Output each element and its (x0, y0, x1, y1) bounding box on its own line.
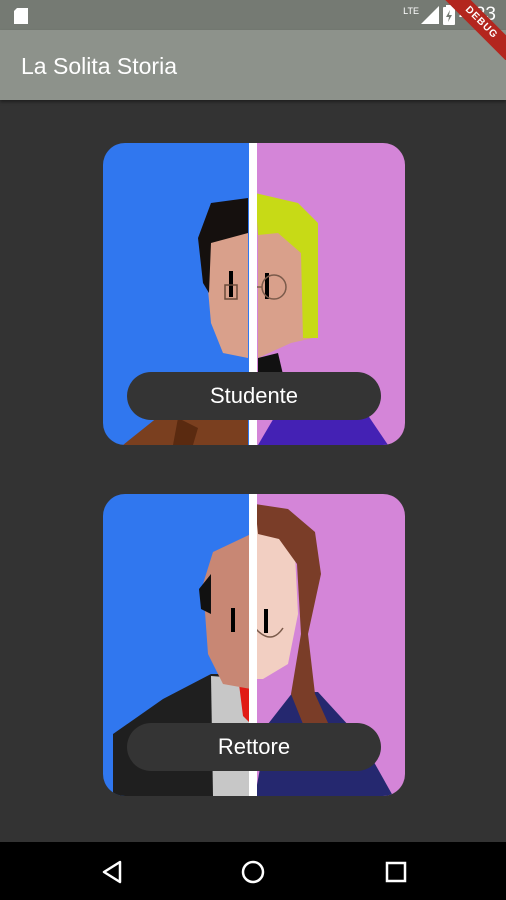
student-card[interactable]: Studente (103, 143, 405, 445)
app-screen: LTE 4:23 La Solita Storia DEBUG (0, 0, 506, 900)
student-button[interactable]: Studente (127, 372, 381, 420)
debug-banner-wrap: DEBUG (426, 0, 506, 60)
system-nav-bar (0, 842, 506, 900)
app-title: La Solita Storia (21, 53, 177, 79)
back-icon[interactable] (98, 858, 126, 886)
recents-icon[interactable] (382, 858, 410, 886)
rector-button[interactable]: Rettore (127, 723, 381, 771)
rector-card[interactable]: Rettore (103, 494, 405, 796)
debug-banner: DEBUG (435, 0, 506, 60)
network-type-label: LTE (403, 6, 420, 16)
sd-card-icon (14, 8, 28, 24)
home-icon[interactable] (239, 858, 267, 886)
